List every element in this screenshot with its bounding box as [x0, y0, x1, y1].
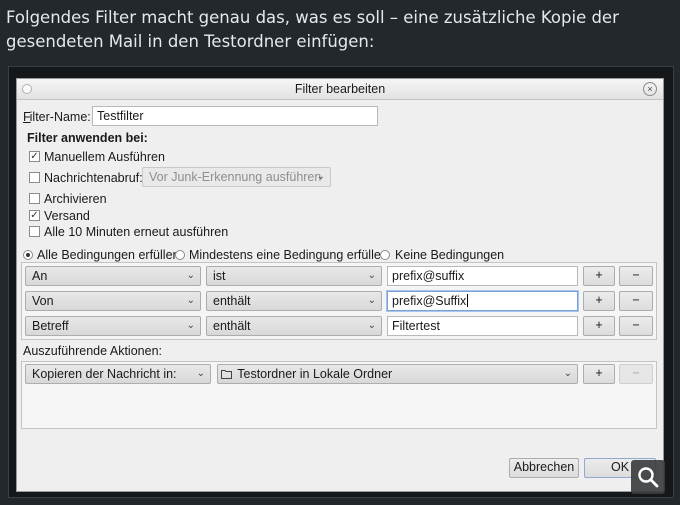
- action-type-select[interactable]: Kopieren der Nachricht in: ⌄: [25, 364, 211, 384]
- fetch-timing-select[interactable]: Vor Junk-Erkennung ausführen ⌄: [142, 167, 331, 187]
- dialog-title: Filter bearbeiten: [294, 82, 386, 96]
- condition-field-value: Betreff: [32, 319, 69, 333]
- match-none-label: Keine Bedingungen: [395, 248, 505, 262]
- condition-operator-select[interactable]: enthält ⌄: [206, 316, 382, 336]
- dialog-titlebar: Filter bearbeiten ×: [17, 79, 663, 100]
- archive-label: Archivieren: [44, 192, 107, 206]
- match-all-radio[interactable]: [23, 250, 33, 260]
- chevron-down-icon: ⌄: [563, 368, 572, 379]
- condition-operator-select[interactable]: ist ⌄: [206, 266, 382, 286]
- filter-name-label-text: ilter-Name:: [29, 110, 91, 124]
- send-checkbox[interactable]: ✓: [29, 210, 40, 221]
- filter-dialog: Filter bearbeiten × Filter-Name: Testfil…: [16, 78, 664, 492]
- apply-heading: Filter anwenden bei:: [27, 131, 148, 145]
- actions-label: Auszuführende Aktionen:: [23, 344, 162, 358]
- remove-condition-button[interactable]: −: [619, 316, 653, 336]
- remove-condition-button[interactable]: −: [619, 266, 653, 286]
- close-icon[interactable]: ×: [643, 82, 657, 96]
- match-any-label: Mindestens eine Bedingung erfüllen: [189, 248, 388, 262]
- add-action-button[interactable]: +: [583, 364, 615, 384]
- condition-value-input[interactable]: Filtertest: [387, 316, 578, 336]
- condition-operator-value: ist: [213, 269, 226, 283]
- fetch-checkbox[interactable]: [29, 172, 40, 183]
- fetch-timing-value: Vor Junk-Erkennung ausführen: [149, 170, 322, 184]
- text-caret: [467, 294, 469, 307]
- condition-field-select[interactable]: Von ⌄: [25, 291, 201, 311]
- condition-value-text: prefix@Suffix: [392, 294, 467, 308]
- chevron-down-icon: ⌄: [196, 368, 205, 379]
- periodic-label: Alle 10 Minuten erneut ausführen: [44, 225, 229, 239]
- cancel-button[interactable]: Abbrechen: [509, 458, 579, 478]
- chevron-down-icon: ⌄: [186, 295, 195, 306]
- action-target-select[interactable]: Testordner in Lokale Ordner ⌄: [217, 364, 578, 384]
- action-target-value: Testordner in Lokale Ordner: [237, 367, 393, 381]
- chevron-down-icon: ⌄: [367, 320, 376, 331]
- periodic-checkbox[interactable]: [29, 226, 40, 237]
- condition-operator-select[interactable]: enthält ⌄: [206, 291, 382, 311]
- chevron-down-icon: ⌄: [367, 295, 376, 306]
- match-none-radio[interactable]: [380, 250, 390, 260]
- remove-action-button[interactable]: −: [619, 364, 653, 384]
- magnifier-icon: [638, 467, 659, 488]
- chevron-down-icon: ⌄: [186, 270, 195, 281]
- condition-field-select[interactable]: An ⌄: [25, 266, 201, 286]
- chevron-down-icon: ⌄: [316, 171, 325, 182]
- add-condition-button[interactable]: +: [583, 291, 615, 311]
- condition-operator-value: enthält: [213, 294, 251, 308]
- send-label: Versand: [44, 209, 90, 223]
- condition-field-value: Von: [32, 294, 54, 308]
- filter-name-label: Filter-Name:: [23, 110, 91, 124]
- manual-checkbox[interactable]: ✓: [29, 151, 40, 162]
- condition-field-select[interactable]: Betreff ⌄: [25, 316, 201, 336]
- action-type-value: Kopieren der Nachricht in:: [32, 367, 177, 381]
- match-all-label: Alle Bedingungen erfüllen: [37, 248, 180, 262]
- fetch-label: Nachrichtenabruf:: [44, 171, 143, 185]
- add-condition-button[interactable]: +: [583, 316, 615, 336]
- condition-value-input[interactable]: prefix@Suffix: [387, 291, 578, 311]
- intro-paragraph: Folgendes Filter macht genau das, was es…: [6, 8, 619, 51]
- condition-value-input[interactable]: prefix@suffix: [387, 266, 578, 286]
- filter-name-input[interactable]: Testfilter: [92, 106, 378, 126]
- zoom-button[interactable]: [631, 460, 665, 494]
- window-menu-icon[interactable]: [22, 84, 32, 94]
- condition-operator-value: enthält: [213, 319, 251, 333]
- chevron-down-icon: ⌄: [367, 270, 376, 281]
- archive-checkbox[interactable]: [29, 193, 40, 204]
- add-condition-button[interactable]: +: [583, 266, 615, 286]
- condition-field-value: An: [32, 269, 48, 283]
- folder-icon: [221, 370, 232, 379]
- match-any-radio[interactable]: [175, 250, 185, 260]
- chevron-down-icon: ⌄: [186, 320, 195, 331]
- manual-label: Manuellem Ausführen: [44, 150, 165, 164]
- remove-condition-button[interactable]: −: [619, 291, 653, 311]
